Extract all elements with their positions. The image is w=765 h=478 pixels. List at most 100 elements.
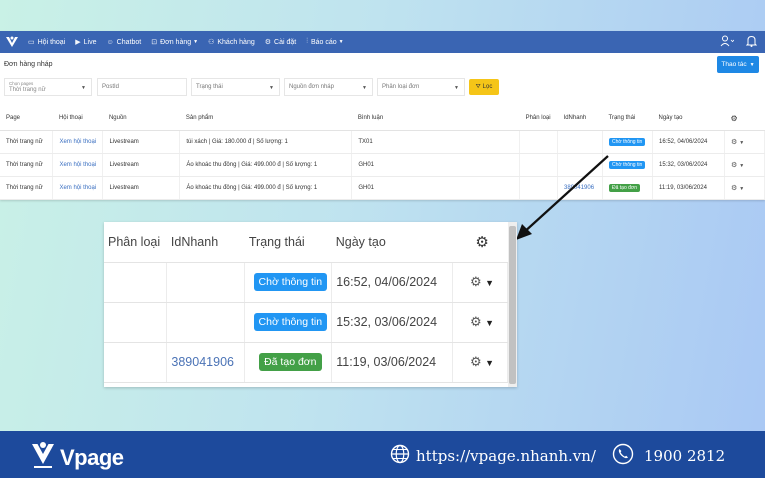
view-conversation-link[interactable]: Xem hội thoại [52, 130, 104, 154]
zoom-row: 389041906 Đã tạo đơn 11:19, 03/06/2024 ⚙… [104, 342, 508, 383]
table-row: Thời trang nữ Xem hội thoại Livestream Á… [0, 176, 765, 200]
col-header-category[interactable]: Phân loại [519, 107, 558, 131]
zoom-scrollbar [508, 222, 517, 387]
chevron-down-icon: ▼ [485, 278, 495, 288]
globe-icon [390, 444, 410, 468]
chevron-down-icon: ▼ [81, 85, 86, 91]
nav-item-customers[interactable]: ⚇ Khách hàng [208, 38, 255, 47]
table-header-row: Page Hội thoại Nguồn Sản phẩm Bình luận … [0, 107, 765, 131]
nav-item-settings[interactable]: ⚙ Cài đặt [265, 38, 297, 47]
filter-bar: Chọn pages Thời trang nữ ▼ PostId Trạng … [0, 76, 765, 102]
col-header-status[interactable]: Trạng thái [602, 107, 653, 131]
table-row: Thời trang nữ Xem hội thoại Livestream Á… [0, 153, 765, 177]
nav-label: Cài đặt [274, 38, 297, 46]
col-header-date[interactable]: Ngày tạo [652, 107, 725, 131]
category-select[interactable]: Phân loại đơn ▼ [377, 78, 465, 96]
filter-button-label: Lọc [482, 84, 493, 90]
zoom-cell-idnhanh: 389041906 [166, 342, 246, 383]
zoom-col-idnhanh: IdNhanh [166, 222, 245, 263]
filter-button[interactable]: ⛛ Lọc [469, 79, 499, 95]
row-settings-menu[interactable]: ⚙ ▼ [724, 153, 765, 177]
col-header-settings[interactable]: ⚙ [724, 107, 765, 131]
actions-button-label: Thao tác [721, 61, 747, 68]
cell-source: Livestream [102, 130, 181, 154]
zoom-cell-idnhanh [166, 302, 246, 343]
zoom-scrollbar-thumb [509, 226, 516, 384]
chevron-down-icon: ▼ [193, 39, 199, 45]
page-title: Đơn hàng nháp [4, 61, 53, 68]
source-select[interactable]: Nguồn đơn nháp ▼ [284, 78, 373, 96]
status-badge: Đã tạo đơn [259, 353, 322, 371]
view-conversation-link[interactable]: Xem hội thoại [52, 176, 104, 200]
row-settings-menu[interactable]: ⚙ ▼ [724, 176, 765, 200]
nav-label: Chatbot [116, 38, 142, 46]
app-window: ▭ Hội thoại ▶ Live ☺ Chatbot ⊡ Đơn hàng … [0, 31, 765, 200]
zoom-cell-idnhanh [166, 262, 246, 303]
col-header-comment[interactable]: Bình luận [351, 107, 520, 131]
chat-icon: ▭ [28, 39, 35, 46]
nav-item-conversations[interactable]: ▭ Hội thoại [28, 38, 65, 47]
chevron-down-icon: ▼ [362, 85, 367, 91]
status-badge: Chờ thông tin [253, 313, 328, 331]
col-header-page[interactable]: Page [0, 107, 53, 131]
nav-item-orders[interactable]: ⊡ Đơn hàng ▼ [151, 38, 199, 47]
footer-brand: Vpage [30, 440, 124, 475]
status-badge: Chờ thông tin [609, 137, 646, 146]
cell-product: Áo khoác thu đông | Giá: 499.000 đ | Số … [179, 176, 353, 200]
chevron-down-icon: ▼ [485, 318, 495, 328]
gear-icon: ⚙ [470, 314, 482, 329]
footer-url-text: https://vpage.nhanh.vn/ [416, 447, 596, 465]
cell-date: 16:52, 04/06/2024 [652, 130, 725, 154]
chevron-down-icon: ▼ [739, 185, 745, 192]
gear-icon: ⚙ [470, 354, 482, 369]
view-conversation-link[interactable]: Xem hội thoại [52, 153, 104, 177]
nav-item-reports[interactable]: ⫶ Báo cáo ▼ [306, 38, 343, 46]
vpage-logo-icon [30, 440, 56, 475]
callout-arrow [516, 155, 609, 240]
nav-label: Báo cáo [310, 38, 337, 46]
zoom-row: Chờ thông tin 15:32, 03/06/2024 ⚙ ▼ [104, 302, 508, 343]
cell-source: Livestream [102, 153, 181, 177]
nav-label: Đơn hàng [160, 38, 192, 46]
postid-input[interactable]: PostId [97, 78, 187, 96]
col-header-conversation[interactable]: Hội thoại [52, 107, 103, 131]
cell-comment: GH01 [351, 176, 521, 200]
actions-button[interactable]: Thao tác ▼ [717, 56, 759, 73]
row-settings-menu[interactable]: ⚙ ▼ [724, 130, 765, 154]
zoom-col-status: Trạng thái [244, 222, 332, 263]
chevron-down-icon: ▼ [739, 162, 745, 169]
footer-url: https://vpage.nhanh.vn/ [390, 444, 596, 468]
status-select[interactable]: Trạng thái ▼ [191, 78, 280, 96]
cell-comment: TX01 [351, 130, 521, 154]
footer-phone: 1900 2812 [612, 443, 725, 469]
cell-source: Livestream [102, 176, 181, 200]
vpage-logo-icon[interactable] [4, 34, 20, 50]
zoomed-table-detail: Phân loại IdNhanh Trạng thái Ngày tạo ⚙ … [104, 222, 517, 387]
gear-icon[interactable]: ⚙ [730, 114, 737, 123]
nav-item-chatbot[interactable]: ☺ Chatbot [107, 39, 142, 46]
col-header-idnhanh[interactable]: IdNhanh [557, 107, 603, 131]
zoom-row-settings: ⚙ ▼ [452, 262, 508, 303]
col-header-source[interactable]: Nguồn [102, 107, 180, 131]
footer-phone-text: 1900 2812 [644, 447, 726, 465]
chevron-down-icon: ▼ [269, 85, 274, 91]
filter-icon: ⛛ [475, 83, 481, 90]
nav-item-live[interactable]: ▶ Live [75, 38, 97, 47]
cell-page: Thời trang nữ [0, 153, 54, 177]
gear-icon: ⚙ [730, 184, 738, 192]
zoom-header-row: Phân loại IdNhanh Trạng thái Ngày tạo ⚙ [104, 222, 508, 263]
channel-select[interactable]: Chọn pages Thời trang nữ ▼ [4, 78, 92, 96]
zoom-cell-date: 16:52, 04/06/2024 [331, 262, 454, 303]
cell-page: Thời trang nữ [0, 130, 54, 154]
zoom-cell-status: Chờ thông tin [244, 262, 333, 303]
cell-product: Áo khoác thu đông | Giá: 499.000 đ | Số … [179, 153, 353, 177]
col-header-product[interactable]: Sản phẩm [179, 107, 352, 131]
chevron-down-icon: ▼ [485, 358, 495, 368]
nav-label: Live [83, 38, 97, 46]
user-icon[interactable] [720, 35, 735, 50]
gear-icon: ⚙ [475, 233, 489, 251]
footer-banner: Vpage https://vpage.nhanh.vn/ 1900 2812 [0, 431, 765, 478]
zoom-cell-category [104, 302, 168, 343]
bell-icon[interactable] [745, 35, 758, 50]
zoom-cell-date: 11:19, 03/06/2024 [331, 342, 454, 383]
